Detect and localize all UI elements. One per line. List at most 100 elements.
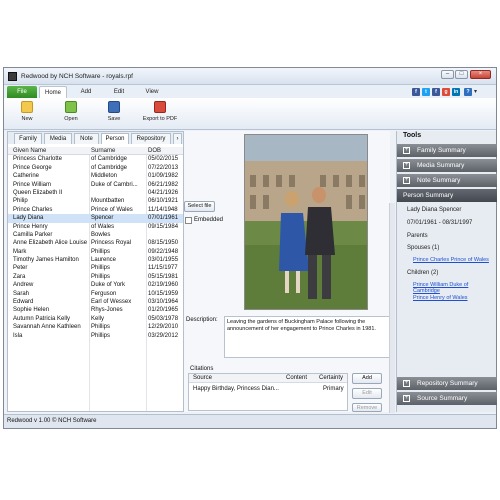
table-row[interactable]: Autumn Patricia Kelly Kelly 05/03/1978 [8,315,183,323]
twitter-icon[interactable]: t [422,88,430,96]
table-row[interactable]: Princess Charlotte of Cambridge 05/02/2015 [8,155,183,163]
surname-cell: Phillips [91,273,111,280]
table-row[interactable]: Prince Charles Prince of Wales 11/14/1948 [8,206,183,214]
linkedin-icon[interactable]: in [452,88,460,96]
add-citation-button[interactable]: Add [352,373,382,384]
media-summary-section[interactable]: + Media Summary [397,159,497,172]
table-row[interactable]: Isla Phillips 03/29/2012 [8,332,183,340]
child-link-henry[interactable]: Prince Henry of Wales [413,295,468,301]
facebook-icon[interactable]: f [412,88,420,96]
table-row[interactable]: Anne Elizabeth Alice Louise Princess Roya… [8,239,183,247]
save-button[interactable]: Save [99,101,129,129]
table-row[interactable]: Camilla Parker Bowles [8,231,183,239]
header-given-name[interactable]: Given Name [13,147,89,154]
embedded-checkbox[interactable] [185,217,192,224]
surname-cell: Prince of Wales [91,206,133,213]
given-name-cell: Andrew [13,282,34,289]
detail-scrollbar[interactable] [389,203,395,413]
file-menu-button[interactable]: File [7,86,37,98]
header-content[interactable]: Content [286,375,307,381]
surname-cell: Princess Royal [91,240,132,247]
surname-cell: Phillips [91,332,111,339]
chevron-down-icon[interactable]: ▾ [474,88,477,95]
table-row[interactable]: Prince William Duke of Cambri... 06/21/198… [8,181,183,189]
surname-cell: Duke of Cambri... [91,181,138,188]
menu-bar: File Home Add Edit View f t f g in ? ▾ [4,85,496,98]
given-name-cell: Prince George [13,164,52,171]
tab-note[interactable]: Note [74,133,99,144]
tab-repository[interactable]: Repository [131,133,171,144]
help-icon[interactable]: ? [464,88,472,96]
given-name-cell: Prince William [13,181,52,188]
tab-view[interactable]: View [138,86,166,98]
dob-cell: 01/20/1965 [148,307,179,314]
record-detail-panel: Select file Embedded Description: Leavin… [184,131,390,412]
tab-person[interactable]: Person [101,133,129,144]
table-row[interactable]: Edward Earl of Wessex 03/10/1964 [8,298,183,306]
tab-edit[interactable]: Edit [105,86,133,98]
table-row[interactable]: Happy Birthday, Princess Dian... Primary [189,385,347,394]
header-certainty[interactable]: Certainty [319,375,343,381]
table-row[interactable]: Sophie Helen Rhys-Jones 01/20/1965 [8,306,183,314]
header-dob[interactable]: DOB [148,147,183,154]
given-name-cell: Catherine [13,173,40,180]
table-row[interactable]: Philip Mountbatten 06/10/1921 [8,197,183,205]
table-row[interactable]: Timothy James Hamilton Laurence 03/01/1955 [8,256,183,264]
table-row[interactable]: Mark Phillips 09/22/1948 [8,248,183,256]
remove-citation-button[interactable]: Remove [352,403,382,412]
person-name: Lady Diana Spencer [407,207,462,213]
tab-family[interactable]: Family [14,133,42,144]
surname-cell: Kelly [91,315,105,322]
dob-cell: 02/19/1960 [148,282,179,289]
description-field[interactable]: Leaving the gardens of Buckingham Palace… [224,316,390,358]
table-row[interactable]: Zara Phillips 05/15/1981 [8,273,183,281]
surname-cell: Rhys-Jones [91,307,123,314]
table-row[interactable]: Queen Elizabeth II 04/21/1926 [8,189,183,197]
source-summary-section[interactable]: + Source Summary [397,392,497,405]
tab-media[interactable]: Media [44,133,72,144]
close-button[interactable]: × [470,70,491,79]
select-file-button[interactable]: Select file [184,201,215,212]
google-plus-icon[interactable]: g [442,88,450,96]
table-row[interactable]: Lady Diana Spencer 07/01/1961 [8,214,183,223]
dob-cell: 10/15/1959 [148,290,179,297]
tabs-scroll-right-icon[interactable]: › [173,133,182,144]
expand-icon: + [403,380,410,387]
facebook-like-icon[interactable]: f [432,88,440,96]
open-button[interactable]: Open [56,101,86,129]
table-row[interactable]: Savannah Anne Kathleen Phillips 12/29/2010 [8,323,183,331]
header-surname[interactable]: Surname [91,147,145,154]
surname-cell: Earl of Wessex [91,299,132,306]
table-row[interactable]: Sarah Ferguson 10/15/1959 [8,290,183,298]
open-label: Open [64,116,78,122]
toolbar-ribbon: New Open Save Export to PDF [4,98,496,130]
minimize-button[interactable]: – [441,70,454,79]
edit-citation-button[interactable]: Edit [352,388,382,399]
dob-cell: 09/22/1948 [148,248,179,255]
table-row[interactable]: Prince George of Cambridge 07/22/2013 [8,164,183,172]
dob-cell: 08/15/1950 [148,240,179,247]
given-name-cell: Lady Diana [13,215,44,222]
export-pdf-button[interactable]: Export to PDF [136,101,184,129]
surname-cell: Laurence [91,257,117,264]
table-row[interactable]: Andrew Duke of York 02/19/1960 [8,281,183,289]
tab-home[interactable]: Home [39,86,67,98]
new-button[interactable]: New [12,101,42,129]
given-name-cell: Anne Elizabeth Alice Louise [13,240,88,247]
family-summary-section[interactable]: + Family Summary [397,144,497,157]
repository-summary-section[interactable]: + Repository Summary [397,377,497,390]
note-summary-section[interactable]: + Note Summary [397,174,497,187]
maximize-button[interactable]: □ [455,70,468,79]
table-row[interactable]: Prince Henry of Wales 09/15/1984 [8,223,183,231]
spouse-link[interactable]: Prince Charles Prince of Wales [413,257,489,263]
child-link-william[interactable]: Prince William Duke of Cambridge [413,282,496,294]
table-row[interactable]: Catherine Middleton 01/09/1982 [8,172,183,180]
surname-cell: Phillips [91,324,111,331]
tab-add[interactable]: Add [72,86,100,98]
surname-cell: Duke of York [91,282,126,289]
citations-table: Source Content Certainty Happy Birthday,… [188,373,348,411]
person-summary-section[interactable]: Person Summary [397,189,497,202]
table-row[interactable]: Peter Phillips 11/15/1977 [8,264,183,272]
header-source[interactable]: Source [193,375,212,381]
app-icon [8,72,17,81]
